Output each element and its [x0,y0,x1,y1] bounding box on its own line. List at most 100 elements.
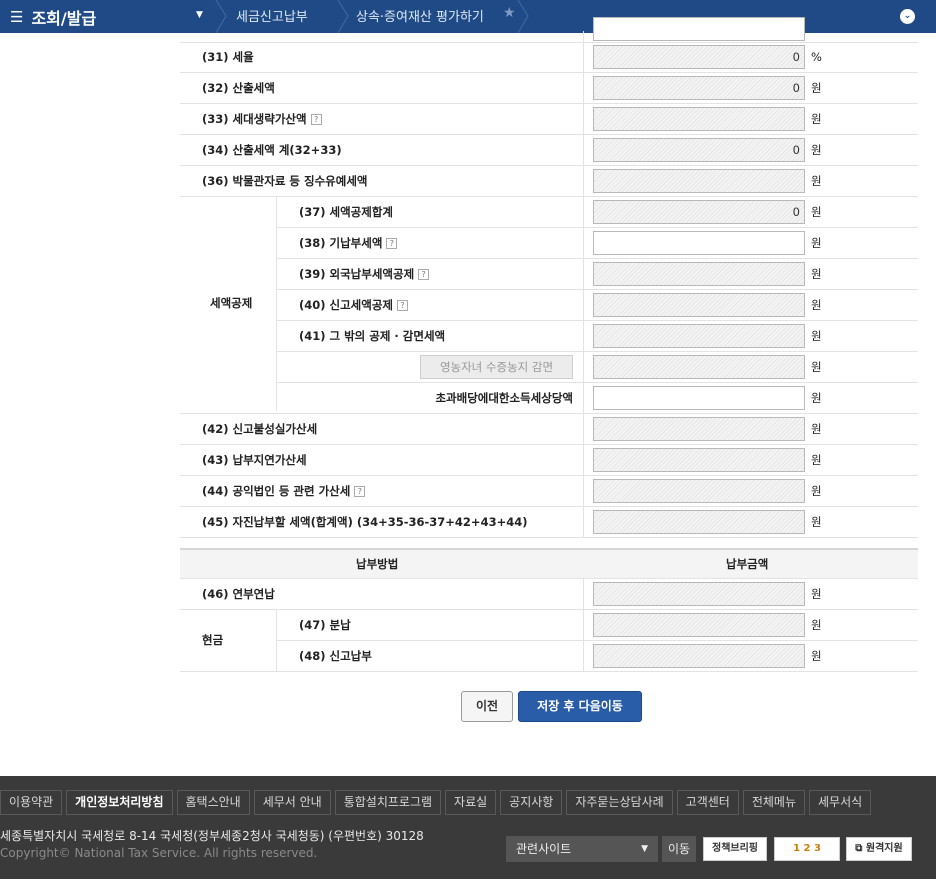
form-row-33: (33) 세대생략가산액? 원 [180,104,918,135]
unit: 원 [811,587,822,601]
remote-label: 원격지원 [865,843,903,854]
row-label: (47) 분납 [299,618,351,632]
tax-rate-field: 0 [593,45,805,69]
unfaithful-filing-penalty-field [593,417,805,441]
banner-123[interactable]: 1 2 3 [774,837,840,861]
footer-link-terms[interactable]: 이용약관 [0,790,63,815]
help-icon[interactable]: ? [397,300,408,311]
form-row-40: (40) 신고세액공제? 원 [276,290,918,321]
unit: 원 [811,391,822,405]
payment-table-header: 납부방법 납부금액 [180,548,918,579]
menu-title: 조회/발급 [31,9,97,28]
breadcrumb-separator [517,0,529,33]
row-label-wrap: (44) 공익법인 등 관련 가산세? [202,476,366,506]
unit: 원 [811,143,822,157]
unit: 원 [811,236,822,250]
filing-tax-credit-field [593,293,805,317]
breadcrumb-evaluation[interactable]: 상속·증여재산 평가하기 [356,6,484,25]
help-icon[interactable]: ? [310,114,322,125]
footer-link-resources[interactable]: 자료실 [445,790,497,815]
footer: 이용약관 개인정보처리방침 홈택스안내 세무서 안내 통합설치프로그램 자료실 … [0,776,936,879]
go-button[interactable]: 이동 [662,836,696,862]
save-next-button[interactable]: 저장 후 다음이동 [518,691,642,722]
cash-bottom-border [180,641,276,672]
unit: 원 [811,618,822,632]
foreign-tax-credit-field [593,262,805,286]
banner-policy-briefing[interactable]: 정책브리핑 [703,837,767,861]
row-label: (32) 산출세액 [202,81,275,95]
split-payment-field [593,613,805,637]
footer-link-notices[interactable]: 공지사항 [500,790,563,815]
related-sites-select[interactable]: 관련사이트 ▼ [506,836,658,862]
footer-link-faq[interactable]: 자주묻는상담사례 [566,790,673,815]
form-row-45: (45) 자진납부할 세액(합계액) (34+35-36-37+42+43+44… [180,507,918,538]
group-label-tax-credit: 세액공제 [210,296,253,310]
prev-button[interactable]: 이전 [461,691,513,722]
footer-link-privacy[interactable]: 개인정보처리방침 [66,790,173,815]
row-label: (31) 세율 [202,50,254,64]
prepaid-tax-input[interactable] [593,231,805,255]
unit: 원 [811,360,822,374]
footer-address: 세종특별자치시 국세청로 8-14 국세청(정부세종2청사 국세청동) (우편번… [0,829,424,843]
row-label: (33) 세대생략가산액 [202,112,307,126]
self-payment-total-field [593,510,805,534]
form-row-44: (44) 공익법인 등 관련 가산세? 원 [180,476,918,507]
row-label: 초과배당에대한소득세상당액 [435,391,573,405]
form-row-38: (38) 기납부세액? 원 [276,228,918,259]
form-row-46: (46) 연부연납 원 [180,579,918,610]
footer-link-tax-forms[interactable]: 세무서식 [809,790,872,815]
row-label: (38) 기납부세액 [299,236,383,250]
row-label-wrap: (38) 기납부세액? [299,228,398,258]
row-label: (43) 납부지연가산세 [202,453,307,467]
form-row-31: (31) 세율 0 % [180,42,918,73]
row-label: (37) 세액공제합계 [299,205,393,219]
breadcrumb-separator [337,0,349,33]
menu-dropdown-icon[interactable]: ▼ [196,10,203,20]
farmland-reduction-field [593,355,805,379]
row-label-wrap: (40) 신고세액공제? [299,290,408,320]
main-menu-button[interactable]: ☰ 조회/발급 [10,5,96,29]
excess-dividend-input[interactable] [593,386,805,410]
chevron-down-icon: ▼ [641,844,648,854]
unit: 원 [811,422,822,436]
tax-credit-total-field: 0 [593,200,805,224]
unit: 원 [811,515,822,529]
help-icon[interactable]: ? [354,486,366,497]
installment-payment-field [593,582,805,606]
row-label: (41) 그 밖의 공제 · 감면세액 [299,329,446,343]
unit: 원 [811,112,822,126]
row-label: (36) 박물관자료 등 징수유예세액 [202,174,368,188]
help-icon[interactable]: ? [386,238,398,249]
amount-field[interactable] [593,17,805,41]
farmland-reduction-button[interactable]: 영농자녀 수증농지 감면 [420,355,573,379]
hamburger-icon: ☰ [10,8,24,26]
form-row-36: (36) 박물관자료 등 징수유예세액 원 [180,166,918,197]
chevron-down-icon[interactable]: ⌄ [900,9,915,24]
unit: 원 [811,453,822,467]
footer-link-office-guide[interactable]: 세무서 안내 [253,790,331,815]
header-payment-amount: 납부금액 [726,557,769,571]
breadcrumb-separator [215,0,227,33]
row-label-wrap: (39) 외국납부세액공제? [299,259,430,289]
row-label: (40) 신고세액공제 [299,298,393,312]
footer-link-customer-center[interactable]: 고객센터 [676,790,739,815]
row-label: (45) 자진납부할 세액(합계액) (34+35-36-37+42+43+44… [202,515,528,529]
row-label: (48) 신고납부 [299,649,372,663]
breadcrumb-tax-filing[interactable]: 세금신고납부 [236,6,308,25]
help-icon[interactable]: ? [418,269,430,280]
form-row-43: (43) 납부지연가산세 원 [180,445,918,476]
row-label: (34) 산출세액 계(32+33) [202,143,342,157]
group-bottom-border [180,383,276,414]
row-label-wrap: (33) 세대생략가산액? [202,104,322,134]
banner-remote-support[interactable]: ⧉ 원격지원 [846,837,912,861]
remote-icon: ⧉ [855,843,866,854]
form-row-41b: 초과배당에대한소득세상당액 원 [276,383,918,414]
unit: 원 [811,267,822,281]
related-sites-label: 관련사이트 [516,842,572,856]
form-row-48: (48) 신고납부 원 [276,641,918,672]
unit: 원 [811,484,822,498]
footer-link-hometax-guide[interactable]: 홈택스안내 [176,790,250,815]
footer-link-all-menu[interactable]: 전체메뉴 [742,790,806,815]
form-row-41: (41) 그 밖의 공제 · 감면세액 원 [276,321,918,352]
footer-link-install[interactable]: 통합설치프로그램 [334,790,442,815]
